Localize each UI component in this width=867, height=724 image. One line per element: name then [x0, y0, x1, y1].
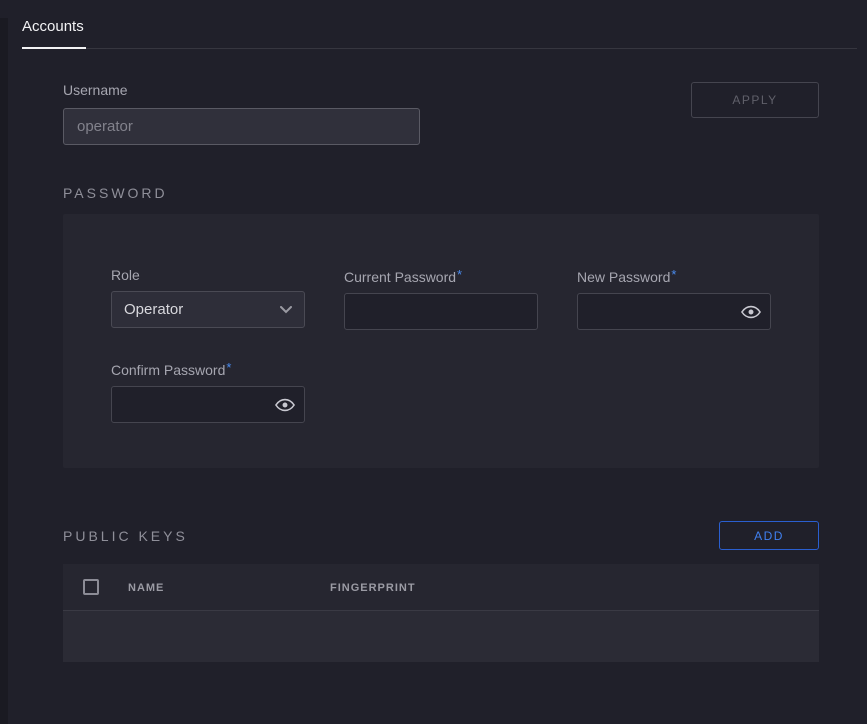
public-keys-title: PUBLIC KEYS [63, 528, 188, 544]
confirm-password-field: Confirm Password* [111, 360, 305, 423]
add-public-key-button[interactable]: ADD [719, 521, 819, 550]
username-row: Username APPLY [63, 82, 819, 145]
new-password-field: New Password* [577, 267, 771, 330]
username-group: Username [63, 82, 420, 145]
eye-icon[interactable] [275, 398, 295, 412]
required-marker: * [457, 267, 462, 282]
required-marker: * [226, 360, 231, 375]
left-edge-rail [0, 18, 8, 724]
tab-accounts[interactable]: Accounts [22, 18, 86, 49]
table-header-name: NAME [108, 578, 330, 596]
table-header-fingerprint: FINGERPRINT [330, 578, 819, 596]
accounts-content: Username APPLY PASSWORD Role Operator [63, 82, 819, 662]
current-password-field: Current Password* [344, 267, 538, 330]
table-empty-body [63, 611, 819, 662]
select-all-checkbox[interactable] [83, 579, 99, 595]
current-password-label: Current Password [344, 269, 456, 285]
table-header-checkbox-cell [63, 579, 108, 595]
public-keys-table: NAME FINGERPRINT [63, 564, 819, 662]
current-password-input[interactable] [344, 293, 538, 330]
role-field: Role Operator [111, 267, 305, 330]
required-marker: * [671, 267, 676, 282]
confirm-password-label: Confirm Password [111, 362, 225, 378]
eye-icon[interactable] [741, 305, 761, 319]
password-panel: Role Operator Current Password* [63, 214, 819, 468]
username-input[interactable] [63, 108, 420, 145]
apply-button[interactable]: APPLY [691, 82, 819, 118]
tab-accounts-label: Accounts [22, 18, 84, 35]
public-keys-section: PUBLIC KEYS ADD NAME FINGERPRINT [63, 521, 819, 662]
password-fields-grid: Role Operator Current Password* [111, 267, 771, 423]
chevron-down-icon [280, 301, 292, 318]
new-password-label: New Password [577, 269, 670, 285]
password-section-title: PASSWORD [63, 185, 819, 201]
role-selected-value: Operator [124, 301, 183, 318]
role-label: Role [111, 267, 305, 283]
role-select[interactable]: Operator [111, 291, 305, 328]
tab-bar: Accounts [22, 18, 857, 49]
username-label: Username [63, 82, 420, 98]
public-keys-header: PUBLIC KEYS ADD [63, 521, 819, 550]
password-section: PASSWORD Role Operator [63, 185, 819, 468]
table-header-row: NAME FINGERPRINT [63, 564, 819, 611]
